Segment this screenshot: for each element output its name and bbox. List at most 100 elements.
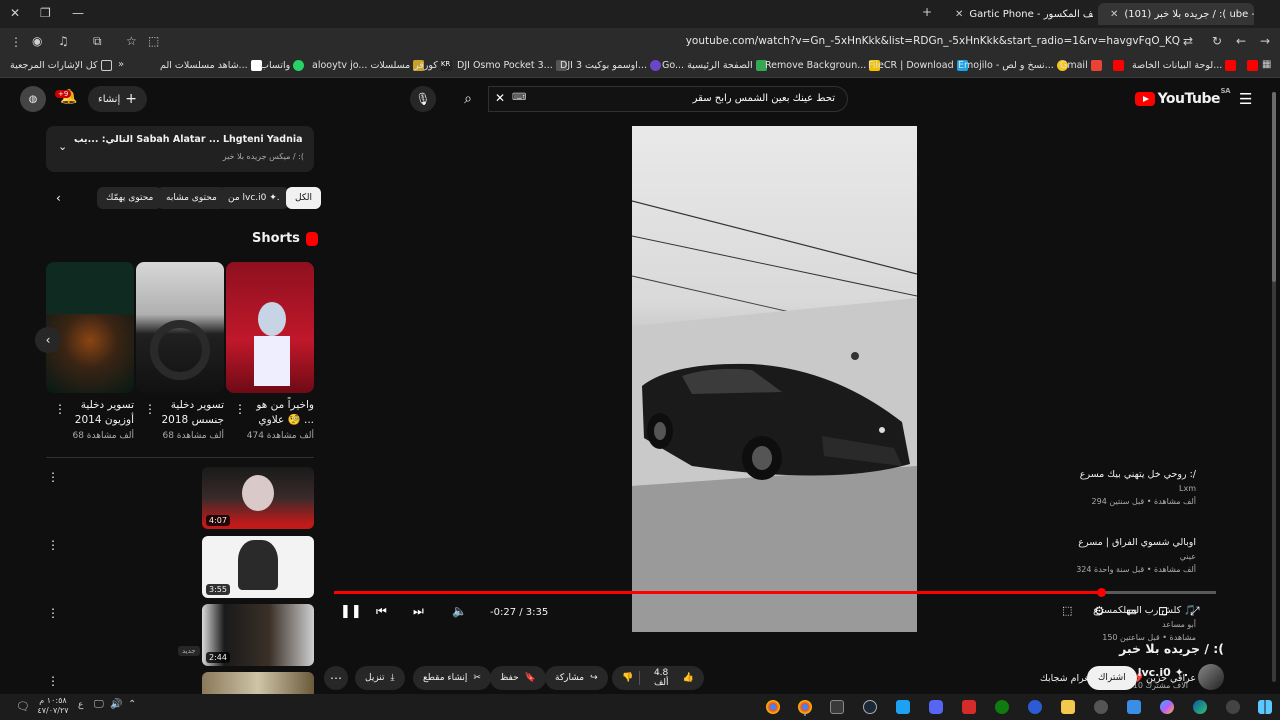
store-icon[interactable] xyxy=(1127,700,1141,714)
channel-name[interactable]: lvc.i0 ✦. xyxy=(1138,666,1188,679)
network-icon[interactable]: 🖵 xyxy=(94,699,104,710)
clock-date[interactable]: ٤٧/٠٧/٢٧ xyxy=(36,706,70,715)
file-explorer-icon[interactable] xyxy=(1061,700,1075,714)
mix-playlist-panel[interactable]: ⌄ التالي: ...يب Sabah Alatar ... Lhgteni… xyxy=(46,126,314,172)
bookmark-item[interactable]: DJI اوسمو بوكيت 3... xyxy=(560,60,661,71)
fullscreen-icon[interactable]: ⤢ xyxy=(1190,604,1200,619)
apps-grid-icon[interactable]: ▦ xyxy=(1262,59,1271,70)
youtube-logo[interactable]: YouTube SA xyxy=(1134,87,1231,107)
video-title[interactable]: روحي خل يتهني بيك مسرع :/ xyxy=(1046,468,1196,481)
pause-icon[interactable]: ❚❚ xyxy=(340,604,362,619)
bookmark-item[interactable]: Gmail xyxy=(1060,60,1124,71)
notification-center-icon[interactable]: 🗨 xyxy=(16,700,30,713)
video-thumbnail[interactable]: 3:55 xyxy=(202,536,314,598)
copilot-icon[interactable] xyxy=(1160,700,1174,714)
chip-similar[interactable]: محتوى مشابه xyxy=(157,187,226,209)
bookmark-item[interactable]: FileCR | Download xyxy=(868,60,968,71)
clear-search-icon[interactable]: ✕ xyxy=(495,91,505,105)
extensions-icon[interactable]: ⧉ xyxy=(93,34,102,49)
progress-scrubber[interactable] xyxy=(1097,588,1106,597)
chrome-icon[interactable] xyxy=(766,700,780,714)
video-menu-icon[interactable]: ⋮ xyxy=(47,674,59,688)
bookmark-star-icon[interactable]: ☆ xyxy=(126,34,137,48)
clip-button[interactable]: إنشاء مقطع ✂ xyxy=(413,666,491,690)
search-button[interactable]: ⌕ xyxy=(455,86,481,112)
new-tab-icon[interactable]: + xyxy=(922,5,932,19)
video-menu-icon[interactable]: ⋮ xyxy=(47,606,59,620)
close-window-icon[interactable]: ✕ xyxy=(10,6,20,20)
chip-all[interactable]: الكل xyxy=(286,187,322,209)
scrollbar-thumb[interactable] xyxy=(1272,92,1276,282)
language-indicator[interactable]: ع xyxy=(78,700,83,710)
video-menu-icon[interactable]: ⋮ xyxy=(47,470,59,484)
bookmark-item[interactable]: لوحة البيانات الخاصة... xyxy=(1132,60,1259,71)
start-windows-icon[interactable] xyxy=(1258,700,1272,714)
avatar[interactable]: ◍ xyxy=(20,86,46,112)
voice-search-button[interactable]: 🎙 xyxy=(410,86,436,112)
edge-icon[interactable] xyxy=(1193,700,1207,714)
reload-icon[interactable]: ↻ xyxy=(1212,34,1222,48)
channel-avatar[interactable] xyxy=(1198,664,1224,690)
volume-icon[interactable]: 🔈 xyxy=(452,604,467,618)
short-thumbnail[interactable] xyxy=(46,262,134,393)
next-icon[interactable]: ⏭ xyxy=(413,604,424,619)
hamburger-menu-icon[interactable]: ☰ xyxy=(1239,90,1252,108)
restore-icon[interactable]: ❐ xyxy=(40,6,51,20)
short-menu-icon[interactable]: ⋮ xyxy=(54,402,66,416)
menu-dots-icon[interactable]: ⋮ xyxy=(10,35,22,49)
bookmark-item[interactable]: alooytv jo... مسلسلات xyxy=(312,60,425,71)
bookmark-item[interactable]: كورقر KR xyxy=(414,60,452,71)
video-title[interactable]: اوبالي شسوي الفراق | مسرع xyxy=(1046,536,1196,549)
back-icon[interactable]: ← xyxy=(1236,34,1246,48)
more-bookmarks-icon[interactable]: » xyxy=(118,59,124,70)
create-button[interactable]: إنشاء + xyxy=(88,86,147,112)
bookmark-item[interactable]: شاهد مسلسلات الم... xyxy=(160,60,262,71)
video-channel[interactable]: Lxm xyxy=(1036,483,1196,495)
short-thumbnail[interactable] xyxy=(136,262,224,393)
expand-chevron-icon[interactable]: ⌄ xyxy=(58,140,67,153)
search-input[interactable]: تحط عينك بعين الشمس رابح سقر xyxy=(488,86,848,112)
video-thumbnail[interactable]: 2:44 xyxy=(202,604,314,666)
more-actions-button[interactable]: ⋯ xyxy=(324,666,348,690)
settings-icon[interactable] xyxy=(1094,700,1108,714)
chip-from-channel[interactable]: من lvc.i0 ✦. xyxy=(219,187,289,209)
url-field[interactable]: youtube.com/watch?v=Gn_-5xHnKkk&list=RDG… xyxy=(686,35,1180,47)
xbox-icon[interactable] xyxy=(995,700,1009,714)
tab-gartic-phone[interactable]: ✕ Gartic Phone - الهاتف المكسور xyxy=(943,3,1093,25)
save-button[interactable]: حفظ 🔖 xyxy=(490,666,546,690)
share-button[interactable]: مشاركة ↪ xyxy=(545,666,608,690)
app-icon[interactable] xyxy=(1028,700,1042,714)
chips-scroll-left-icon[interactable]: ‹ xyxy=(56,191,61,205)
subtitles-icon[interactable]: ⬚ xyxy=(1062,604,1072,617)
download-button[interactable]: تنزيل ⤓ xyxy=(355,666,405,690)
bookmark-item[interactable]: كل الإشارات المرجعية xyxy=(10,60,112,71)
video-thumbnail[interactable] xyxy=(202,672,314,694)
keyboard-icon[interactable]: ⌨ xyxy=(512,92,526,103)
bookmark-item[interactable]: Remove Backgroun... xyxy=(765,60,881,71)
search-taskbar-icon[interactable] xyxy=(1226,700,1240,714)
short-title[interactable]: واخيراً من هو علاوي 🧐 ... xyxy=(244,398,314,428)
chrome-active-icon[interactable] xyxy=(798,700,812,714)
bookmark-item[interactable]: Emojilo - نسخ و لص... xyxy=(958,60,1068,71)
video-channel[interactable]: عيني xyxy=(1036,551,1196,563)
close-tab-icon[interactable]: ✕ xyxy=(955,9,963,20)
chip-related-interest[interactable]: محتوى يهمّك xyxy=(97,187,163,209)
discord-icon[interactable] xyxy=(929,700,943,714)
video-thumbnail[interactable]: 4:07 xyxy=(202,467,314,529)
profile-icon[interactable]: ◉ xyxy=(32,34,42,48)
site-info-icon[interactable]: ⇄ xyxy=(1183,34,1193,48)
subscribe-button[interactable]: اشتراك xyxy=(1087,666,1137,690)
app-icon[interactable] xyxy=(962,700,976,714)
fiverr-icon[interactable] xyxy=(896,700,910,714)
video-channel[interactable]: أبو مساعد xyxy=(1036,619,1196,631)
media-icon[interactable]: ♫ xyxy=(58,34,69,48)
dislike-icon[interactable]: 👎 xyxy=(622,673,633,683)
close-tab-icon[interactable]: ✕ xyxy=(1110,9,1118,20)
like-icon[interactable]: 👍 xyxy=(683,673,694,683)
like-count[interactable]: 4.8 ألف xyxy=(654,668,677,688)
steam-icon[interactable] xyxy=(863,700,877,714)
calculator-icon[interactable] xyxy=(830,700,844,714)
clock-time[interactable]: ١٠:٥٨ م xyxy=(36,696,70,705)
bookmark-item[interactable]: DJI Osmo Pocket 3... xyxy=(457,60,567,71)
short-title[interactable]: تسوير دخلية أوزيون 2014 xyxy=(64,398,134,428)
